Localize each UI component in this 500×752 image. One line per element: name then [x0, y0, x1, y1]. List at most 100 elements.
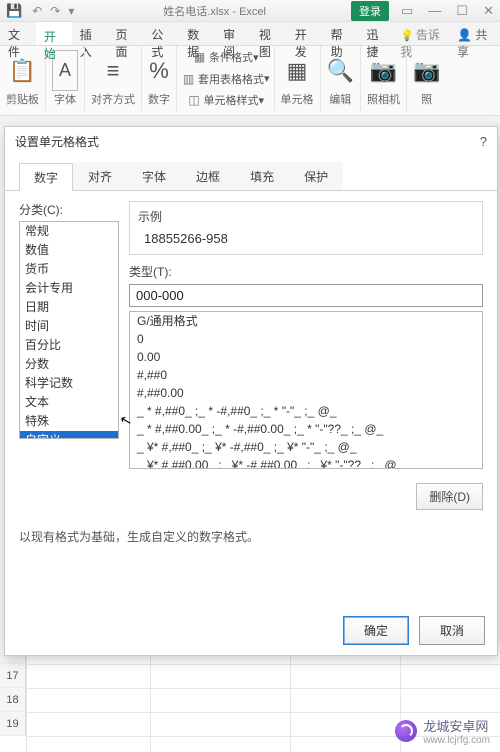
row-header[interactable]: 17: [0, 664, 26, 688]
cat-text[interactable]: 文本: [20, 393, 118, 412]
category-list[interactable]: 常规 数值 货币 会计专用 日期 时间 百分比 分数 科学记数 文本 特殊 自定…: [19, 221, 119, 439]
cat-custom[interactable]: 自定义: [20, 431, 118, 439]
fmt-item[interactable]: 0.00: [130, 348, 482, 366]
sample-value: 18855266-958: [138, 229, 474, 248]
tab-developer[interactable]: 开发: [287, 22, 323, 45]
font-label: 字体: [54, 91, 76, 107]
dialog-hint: 以现有格式为基础，生成自定义的数字格式。: [5, 520, 497, 553]
group-camera2[interactable]: 📷 照: [407, 46, 446, 111]
cancel-button[interactable]: 取消: [419, 616, 485, 645]
fmt-item[interactable]: #,##0.00: [130, 384, 482, 402]
group-number[interactable]: % 数字: [142, 46, 177, 111]
group-alignment[interactable]: ≡ 对齐方式: [85, 46, 142, 111]
window-title: 姓名电话.xlsx - Excel: [78, 3, 351, 19]
fmt-item[interactable]: G/通用格式: [130, 312, 482, 330]
group-cells[interactable]: ▦ 单元格: [275, 46, 321, 111]
dlg-tab-alignment[interactable]: 对齐: [73, 162, 127, 190]
ribbon: 📋 剪贴板 A 字体 ≡ 对齐方式 % 数字 ▦条件格式 ▾ ▥套用表格格式 ▾…: [0, 46, 500, 116]
number-label: 数字: [148, 91, 170, 107]
cond-fmt-icon: ▦: [192, 50, 207, 64]
fmt-item[interactable]: _ * #,##0.00_ ;_ * -#,##0.00_ ;_ * "-"??…: [130, 420, 482, 438]
qat-dropdown-icon[interactable]: ▾: [68, 4, 74, 18]
table-fmt-label: 套用表格格式: [198, 71, 264, 87]
conditional-format[interactable]: ▦条件格式 ▾: [192, 48, 259, 66]
align-icon[interactable]: ≡: [107, 50, 120, 91]
cat-time[interactable]: 时间: [20, 317, 118, 336]
camera2-label: 照: [421, 91, 432, 107]
cat-date[interactable]: 日期: [20, 298, 118, 317]
share-button[interactable]: 👤 共享: [449, 22, 500, 45]
dlg-tab-protect[interactable]: 保护: [289, 162, 343, 190]
dlg-tab-number[interactable]: 数字: [19, 163, 73, 191]
fmt-item[interactable]: _ * #,##0_ ;_ * -#,##0_ ;_ * "-"_ ;_ @_: [130, 402, 482, 420]
group-clipboard[interactable]: 📋 剪贴板: [0, 46, 46, 111]
clipboard-label: 剪贴板: [6, 91, 39, 107]
tab-home[interactable]: 开始: [36, 22, 72, 45]
cat-accounting[interactable]: 会计专用: [20, 279, 118, 298]
tab-xunjie[interactable]: 迅捷: [358, 22, 394, 45]
close-icon[interactable]: ✕: [483, 3, 494, 18]
cat-fraction[interactable]: 分数: [20, 355, 118, 374]
maximize-icon[interactable]: ☐: [456, 3, 468, 18]
fmt-item[interactable]: _ ¥* #,##0.00_ ;_ ¥* -#,##0.00_ ;_ ¥* "-…: [130, 456, 482, 469]
minimize-icon[interactable]: —: [428, 3, 441, 18]
format-code-list[interactable]: G/通用格式 0 0.00 #,##0 #,##0.00 _ * #,##0_ …: [129, 311, 483, 469]
table-fmt-icon: ▥: [181, 72, 196, 86]
tab-formula[interactable]: 公式: [143, 22, 179, 45]
row-header[interactable]: 18: [0, 688, 26, 712]
redo-icon[interactable]: ↷: [50, 4, 60, 18]
cell-styles-label: 单元格样式: [204, 92, 259, 108]
ribbon-tabs: 文件 开始 插入 页面 公式 数据 审阅 视图 开发 帮助 迅捷 💡告诉我 👤 …: [0, 22, 500, 46]
dlg-tab-border[interactable]: 边框: [181, 162, 235, 190]
cat-scientific[interactable]: 科学记数: [20, 374, 118, 393]
undo-icon[interactable]: ↶: [32, 4, 42, 18]
tab-help[interactable]: 帮助: [323, 22, 359, 45]
group-camera[interactable]: 📷 照相机: [361, 46, 407, 111]
fmt-item[interactable]: 0: [130, 330, 482, 348]
cell-style-icon: ◫: [187, 93, 202, 107]
group-editing[interactable]: 🔍 编辑: [321, 46, 361, 111]
dlg-tab-font[interactable]: 字体: [127, 162, 181, 190]
paste-icon[interactable]: 📋: [9, 50, 36, 91]
camera-icon[interactable]: 📷: [370, 50, 397, 91]
format-cells-dialog: 设置单元格格式 ? 数字 对齐 字体 边框 填充 保护 分类(C): 常规 数值…: [4, 126, 498, 656]
cat-general[interactable]: 常规: [20, 222, 118, 241]
table-format[interactable]: ▥套用表格格式 ▾: [181, 70, 270, 88]
tell-me[interactable]: 💡告诉我: [394, 22, 449, 45]
cells-icon[interactable]: ▦: [287, 50, 308, 91]
cat-special[interactable]: 特殊: [20, 412, 118, 431]
cat-currency[interactable]: 货币: [20, 260, 118, 279]
cond-fmt-label: 条件格式: [209, 49, 253, 65]
align-label: 对齐方式: [91, 91, 135, 107]
camera2-icon[interactable]: 📷: [413, 50, 440, 91]
dialog-title: 设置单元格格式: [15, 133, 99, 150]
sample-label: 示例: [138, 208, 474, 225]
type-input[interactable]: [129, 284, 483, 307]
watermark-url: www.lcjrfg.com: [423, 735, 490, 746]
tab-page[interactable]: 页面: [108, 22, 144, 45]
tab-review[interactable]: 审阅: [215, 22, 251, 45]
watermark-logo-icon: [395, 720, 417, 742]
delete-button[interactable]: 删除(D): [416, 483, 483, 510]
font-icon[interactable]: A: [52, 50, 78, 91]
save-icon[interactable]: 💾: [6, 3, 22, 19]
tab-view[interactable]: 视图: [251, 22, 287, 45]
editing-icon[interactable]: 🔍: [327, 50, 354, 91]
dlg-tab-fill[interactable]: 填充: [235, 162, 289, 190]
cat-number[interactable]: 数值: [20, 241, 118, 260]
tab-insert[interactable]: 插入: [72, 22, 108, 45]
percent-icon[interactable]: %: [149, 50, 169, 91]
login-button[interactable]: 登录: [351, 1, 389, 21]
cat-percent[interactable]: 百分比: [20, 336, 118, 355]
tab-file[interactable]: 文件: [0, 22, 36, 45]
tab-data[interactable]: 数据: [179, 22, 215, 45]
fmt-item[interactable]: _ ¥* #,##0_ ;_ ¥* -#,##0_ ;_ ¥* "-"_ ;_ …: [130, 438, 482, 456]
dialog-help-icon[interactable]: ?: [480, 134, 487, 149]
group-styles: ▦条件格式 ▾ ▥套用表格格式 ▾ ◫单元格样式 ▾: [177, 46, 275, 111]
ribbon-options-icon[interactable]: ▭: [401, 3, 413, 18]
row-header[interactable]: 19: [0, 712, 26, 736]
fmt-item[interactable]: #,##0: [130, 366, 482, 384]
ok-button[interactable]: 确定: [343, 616, 409, 645]
dialog-tabs: 数字 对齐 字体 边框 填充 保护: [5, 156, 497, 191]
cell-styles[interactable]: ◫单元格样式 ▾: [187, 91, 265, 109]
